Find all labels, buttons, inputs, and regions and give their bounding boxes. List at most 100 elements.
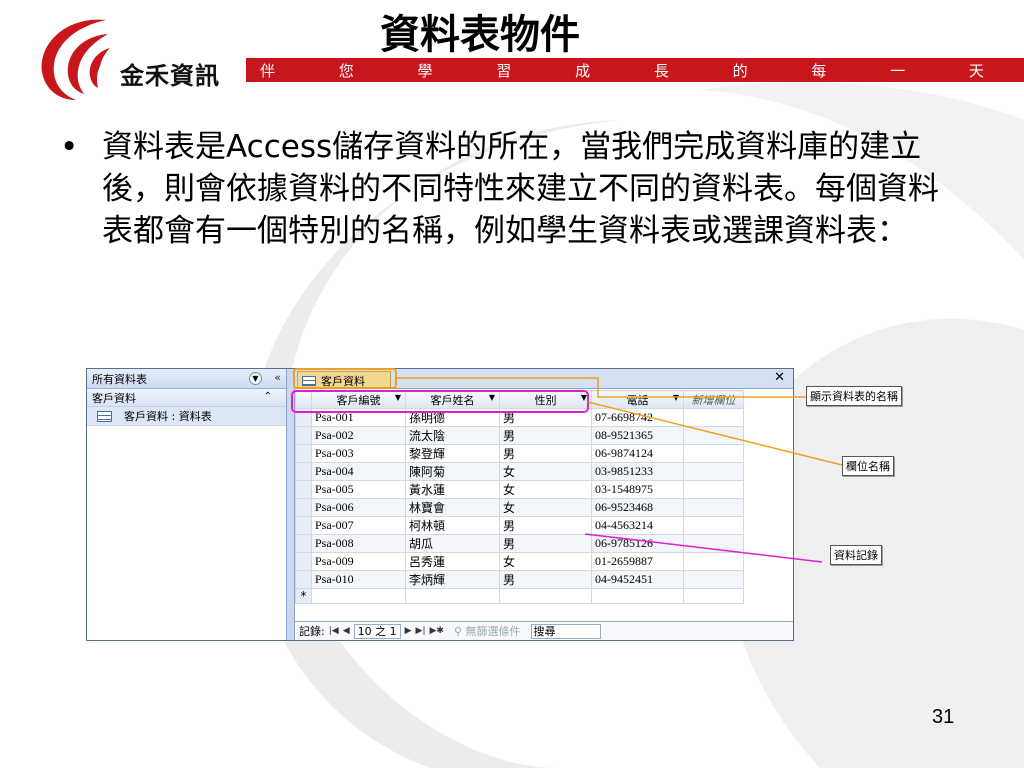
cell-name[interactable]: 林寶會 — [405, 498, 500, 517]
column-header-add-field[interactable]: 新增欄位 — [683, 390, 744, 409]
table-row[interactable]: Psa-009 呂秀蓮女 01-2659887 — [295, 552, 744, 571]
search-input[interactable]: 搜尋 — [530, 623, 601, 639]
cell-empty[interactable] — [683, 534, 744, 553]
cell-id[interactable]: Psa-004 — [311, 462, 406, 481]
cell-name[interactable]: 李炳輝 — [405, 570, 500, 589]
cell-name[interactable]: 胡瓜 — [405, 534, 500, 553]
new-record-row[interactable]: * — [295, 588, 744, 604]
cell-id[interactable]: Psa-009 — [311, 552, 406, 571]
cell-gender[interactable]: 男 — [499, 444, 592, 463]
cell-phone[interactable]: 04-4563214 — [591, 516, 684, 535]
column-header-name[interactable]: 客戶姓名 ▼ — [405, 390, 500, 409]
cell-name[interactable]: 孫明德 — [405, 408, 500, 427]
next-record-icon[interactable]: ▶ — [405, 626, 412, 636]
table-row[interactable]: Psa-005 黃水蓮女 03-1548975 — [295, 480, 744, 499]
cell-phone[interactable]: 06-9785126 — [591, 534, 684, 553]
close-icon[interactable]: ✕ — [774, 370, 785, 385]
cell-empty[interactable] — [683, 570, 744, 589]
row-selector[interactable] — [295, 534, 312, 553]
cell-empty[interactable] — [683, 498, 744, 517]
cell-gender[interactable]: 男 — [499, 534, 592, 553]
cell-empty[interactable] — [683, 588, 744, 604]
cell-gender[interactable]: 男 — [499, 516, 592, 535]
cell-phone[interactable]: 03-1548975 — [591, 480, 684, 499]
cell-empty[interactable] — [591, 588, 684, 604]
row-selector[interactable] — [295, 498, 312, 517]
cell-id[interactable]: Psa-001 — [311, 408, 406, 427]
table-row[interactable]: Psa-002 流太陰男 08-9521365 — [295, 426, 744, 445]
table-row[interactable]: Psa-004 陳阿菊女 03-9851233 — [295, 462, 744, 481]
row-selector[interactable] — [295, 462, 312, 481]
table-row[interactable]: Psa-008 胡瓜男 06-9785126 — [295, 534, 744, 553]
column-header-phone[interactable]: 電話 ▼ — [591, 390, 684, 409]
row-selector[interactable] — [295, 570, 312, 589]
cell-name[interactable]: 流太陰 — [405, 426, 500, 445]
cell-gender[interactable]: 女 — [499, 552, 592, 571]
cell-empty[interactable] — [683, 426, 744, 445]
pane-splitter[interactable] — [287, 369, 295, 640]
previous-record-icon[interactable]: ◀ — [343, 626, 350, 636]
row-selector[interactable] — [295, 408, 312, 427]
cell-id[interactable]: Psa-007 — [311, 516, 406, 535]
cell-gender[interactable]: 女 — [499, 480, 592, 499]
cell-phone[interactable]: 06-9523468 — [591, 498, 684, 517]
cell-phone[interactable]: 08-9521365 — [591, 426, 684, 445]
column-header-id[interactable]: 客戶編號 ▼ — [311, 390, 406, 409]
table-row[interactable]: Psa-003 黎登輝男 06-9874124 — [295, 444, 744, 463]
first-record-icon[interactable]: |◀ — [329, 626, 339, 636]
dropdown-arrow-icon[interactable]: ▼ — [673, 393, 679, 402]
table-row[interactable]: Psa-001 孫明德男 07-6698742 — [295, 408, 744, 427]
cell-id[interactable]: Psa-002 — [311, 426, 406, 445]
row-selector[interactable] — [295, 426, 312, 445]
row-selector[interactable] — [295, 552, 312, 571]
table-row[interactable]: Psa-007 柯林頓男 04-4563214 — [295, 516, 744, 535]
cell-empty[interactable] — [499, 588, 592, 604]
cell-id[interactable]: Psa-005 — [311, 480, 406, 499]
cell-gender[interactable]: 女 — [499, 462, 592, 481]
chevron-down-icon[interactable]: ▼ — [249, 372, 262, 385]
nav-pane-header[interactable]: 所有資料表 ▼ « — [87, 369, 286, 389]
collapse-pane-icon[interactable]: « — [274, 371, 281, 384]
cell-phone[interactable]: 04-9452451 — [591, 570, 684, 589]
cell-empty[interactable] — [311, 588, 406, 604]
cell-name[interactable]: 黃水蓮 — [405, 480, 500, 499]
cell-phone[interactable]: 07-6698742 — [591, 408, 684, 427]
cell-name[interactable]: 陳阿菊 — [405, 462, 500, 481]
cell-phone[interactable]: 01-2659887 — [591, 552, 684, 571]
cell-gender[interactable]: 男 — [499, 408, 592, 427]
table-row[interactable]: Psa-010 李炳輝男 04-9452451 — [295, 570, 744, 589]
select-all-corner[interactable] — [295, 390, 312, 409]
table-row[interactable]: Psa-006 林寶會女 06-9523468 — [295, 498, 744, 517]
cell-phone[interactable]: 06-9874124 — [591, 444, 684, 463]
cell-empty[interactable] — [405, 588, 500, 604]
cell-empty[interactable] — [683, 408, 744, 427]
cell-id[interactable]: Psa-008 — [311, 534, 406, 553]
cell-empty[interactable] — [683, 462, 744, 481]
row-selector[interactable] — [295, 516, 312, 535]
cell-gender[interactable]: 男 — [499, 570, 592, 589]
cell-empty[interactable] — [683, 480, 744, 499]
cell-name[interactable]: 柯林頓 — [405, 516, 500, 535]
cell-name[interactable]: 黎登輝 — [405, 444, 500, 463]
record-position[interactable]: 10 之 1 — [353, 623, 401, 639]
cell-empty[interactable] — [683, 444, 744, 463]
new-record-icon[interactable]: ▶✱ — [430, 626, 444, 636]
cell-id[interactable]: Psa-003 — [311, 444, 406, 463]
cell-gender[interactable]: 女 — [499, 498, 592, 517]
nav-item-customer-table[interactable]: 客戶資料 : 資料表 — [87, 407, 286, 426]
chevron-up-icon[interactable]: ⌃ — [264, 391, 272, 402]
cell-name[interactable]: 呂秀蓮 — [405, 552, 500, 571]
cell-id[interactable]: Psa-010 — [311, 570, 406, 589]
cell-phone[interactable]: 03-9851233 — [591, 462, 684, 481]
cell-gender[interactable]: 男 — [499, 426, 592, 445]
row-selector[interactable] — [295, 480, 312, 499]
no-filter-indicator[interactable]: ⚲ 無篩選條件 — [454, 623, 521, 639]
cell-id[interactable]: Psa-006 — [311, 498, 406, 517]
tab-customer-table[interactable]: 客戶資料 — [297, 371, 391, 389]
last-record-icon[interactable]: ▶| — [416, 626, 426, 636]
dropdown-arrow-icon[interactable]: ▼ — [581, 393, 587, 402]
cell-empty[interactable] — [683, 552, 744, 571]
cell-empty[interactable] — [683, 516, 744, 535]
row-selector[interactable] — [295, 444, 312, 463]
nav-group-header[interactable]: 客戶資料 ⌃ — [87, 389, 286, 407]
